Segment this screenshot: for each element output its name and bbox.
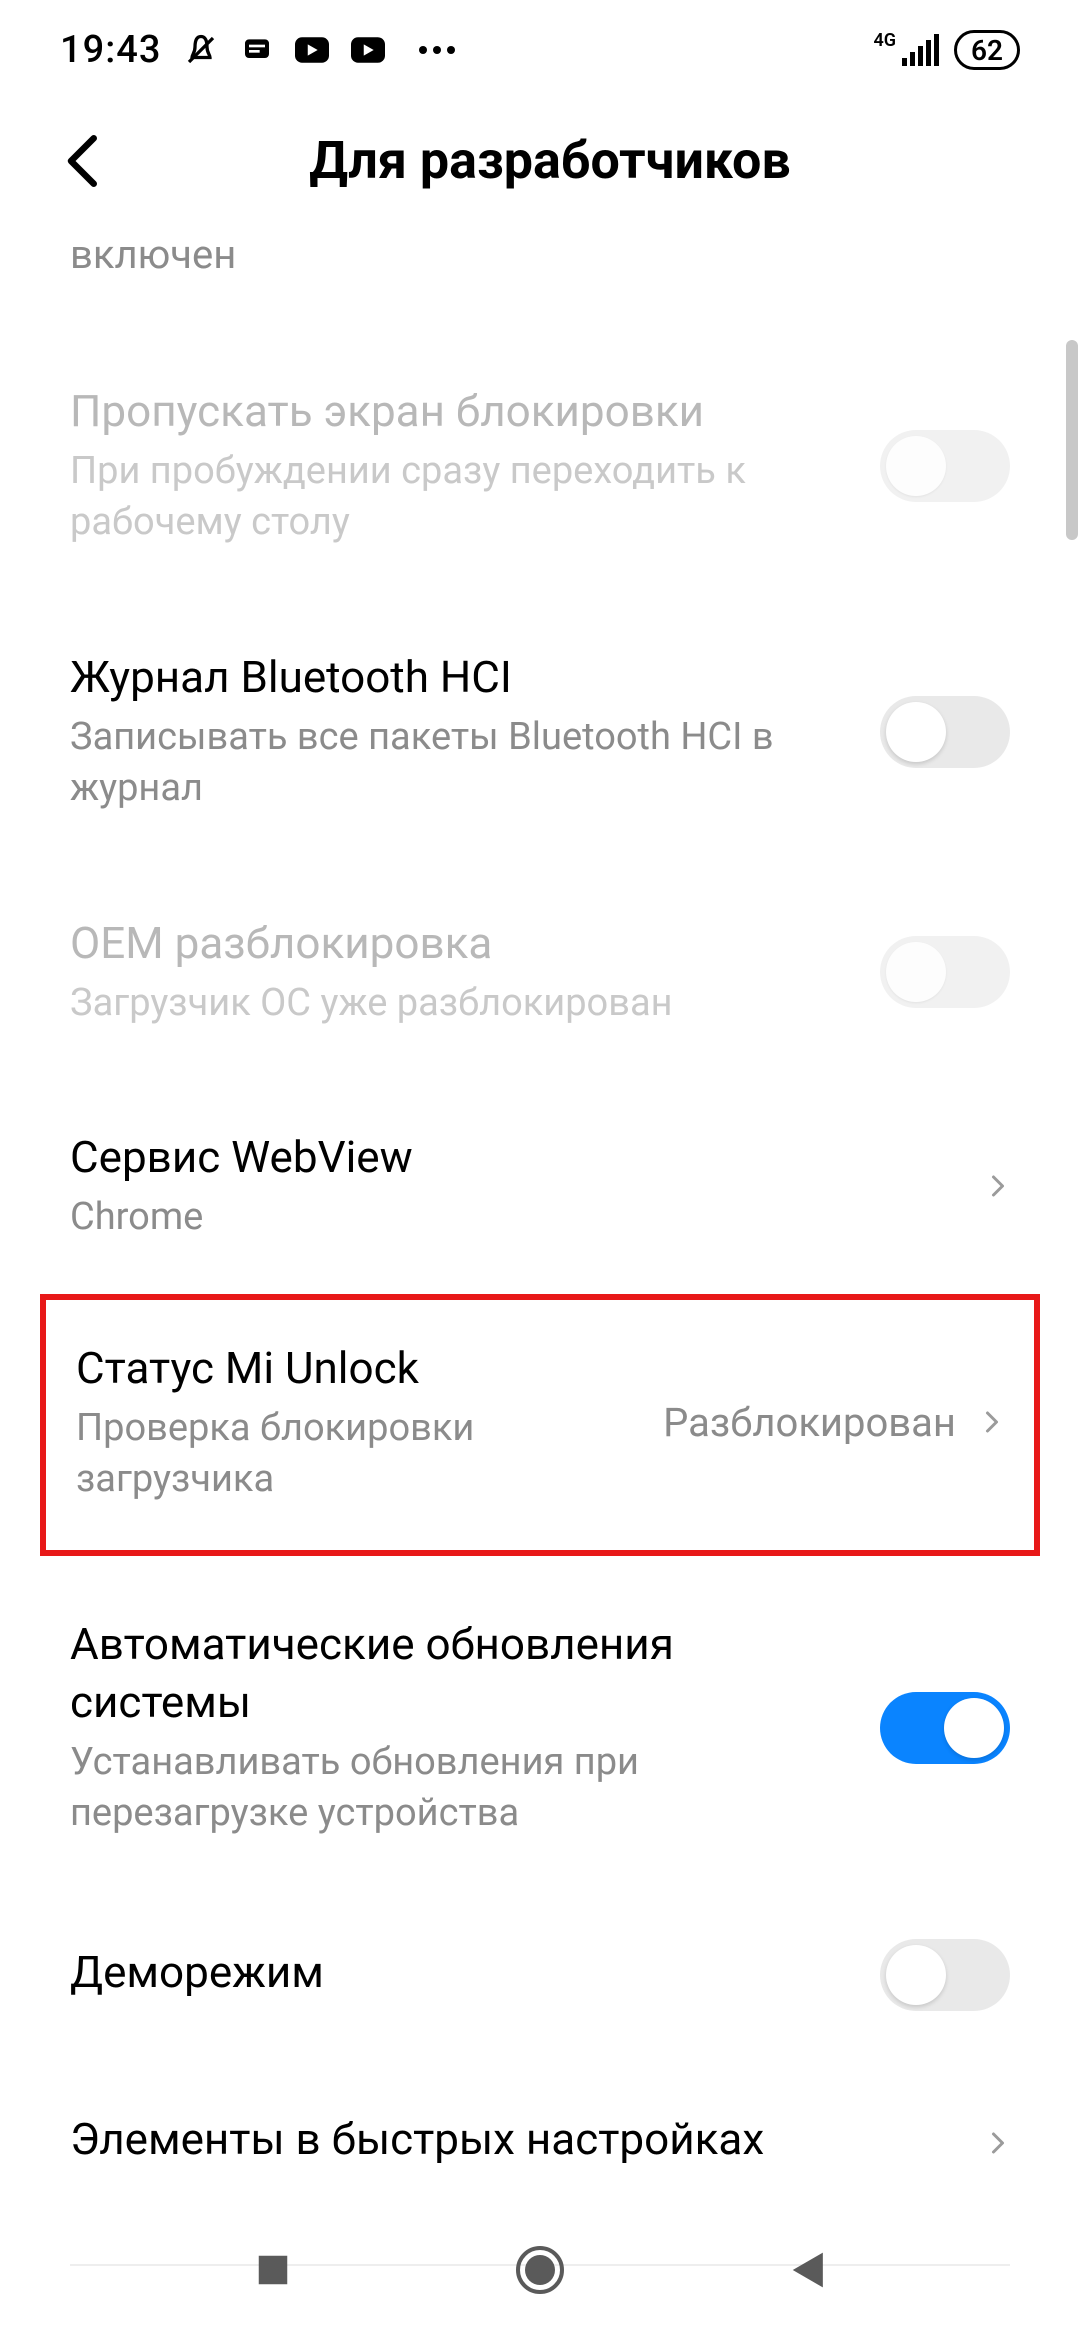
back-button[interactable]	[60, 137, 108, 185]
toggle-knob	[944, 1698, 1004, 1758]
toggle-oem-unlock	[880, 936, 1010, 1008]
status-bar: 19:43	[0, 0, 1080, 90]
row-bluetooth-hci-log[interactable]: Журнал Bluetooth HCI Записывать все паке…	[0, 599, 1080, 865]
video-2-icon	[351, 37, 385, 63]
scroll-indicator[interactable]	[1066, 340, 1078, 540]
row-mi-unlock-status[interactable]: Статус Mi Unlock Проверка блокировки заг…	[46, 1300, 1034, 1551]
page-title: Для разработчиков	[148, 130, 952, 191]
row-oem-unlock: OEM разблокировка Загрузчик ОС уже разбл…	[0, 865, 1080, 1079]
toggle-knob	[886, 702, 946, 762]
nav-recent-button[interactable]	[243, 2240, 303, 2300]
triangle-left-icon	[788, 2249, 826, 2291]
row-title: Элементы в быстрых настройках	[70, 2111, 956, 2168]
row-subtitle: При пробуждении сразу переходить к рабоч…	[70, 446, 850, 549]
row-webview-service[interactable]: Сервис WebView Chrome	[0, 1079, 1080, 1293]
chevron-right-icon	[986, 2131, 1010, 2155]
row-title: Журнал Bluetooth HCI	[70, 649, 850, 706]
nav-home-button[interactable]	[510, 2240, 570, 2300]
row-subtitle: Загрузчик ОС уже разблокирован	[70, 978, 850, 1029]
row-subtitle: Chrome	[70, 1192, 956, 1243]
previous-row-tail: включен	[0, 231, 1080, 333]
toggle-auto-update[interactable]	[880, 1692, 1010, 1764]
status-right: 4G 62	[873, 30, 1020, 70]
circle-icon	[514, 2244, 566, 2296]
row-subtitle: Устанавливать обновления при перезагрузк…	[70, 1737, 850, 1840]
navigation-bar	[0, 2200, 1080, 2340]
battery-indicator: 62	[954, 30, 1020, 70]
square-icon	[254, 2251, 292, 2289]
video-1-icon	[295, 37, 329, 63]
toggle-knob	[886, 436, 946, 496]
row-title: Сервис WebView	[70, 1129, 956, 1186]
row-title: Статус Mi Unlock	[76, 1340, 596, 1397]
highlight-mi-unlock: Статус Mi Unlock Проверка блокировки заг…	[40, 1294, 1040, 1557]
toggle-demo-mode[interactable]	[880, 1939, 1010, 2011]
row-skip-lock-screen: Пропускать экран блокировки При пробужде…	[0, 333, 1080, 599]
header: Для разработчиков	[0, 90, 1080, 231]
nav-back-button[interactable]	[777, 2240, 837, 2300]
network-type: 4G	[873, 32, 896, 50]
chevron-right-icon	[986, 1174, 1010, 1198]
mute-icon	[183, 32, 219, 68]
settings-list: включен Пропускать экран блокировки При …	[0, 231, 1080, 2266]
message-icon	[241, 34, 273, 66]
battery-level: 62	[971, 34, 1003, 67]
row-subtitle: Проверка блокировки загрузчика	[76, 1403, 596, 1506]
signal-icon	[902, 34, 942, 66]
toggle-skip-lock	[880, 430, 1010, 502]
chevron-right-icon	[980, 1410, 1004, 1434]
row-auto-system-updates[interactable]: Автоматические обновления системы Устана…	[0, 1556, 1080, 1889]
chevron-left-icon	[64, 135, 104, 187]
more-dots-icon	[417, 44, 457, 56]
status-left: 19:43	[60, 28, 457, 72]
status-time: 19:43	[60, 28, 161, 72]
row-title: Деморежим	[70, 1944, 850, 2001]
row-demo-mode[interactable]: Деморежим	[0, 1889, 1080, 2061]
row-subtitle: Записывать все пакеты Bluetooth HCI в жу…	[70, 712, 850, 815]
row-title: Автоматические обновления системы	[70, 1616, 850, 1730]
toggle-bt-hci[interactable]	[880, 696, 1010, 768]
toggle-knob	[886, 942, 946, 1002]
row-value: Разблокирован	[663, 1399, 956, 1446]
row-title: OEM разблокировка	[70, 915, 850, 972]
toggle-knob	[886, 1945, 946, 2005]
row-title: Пропускать экран блокировки	[70, 383, 850, 440]
